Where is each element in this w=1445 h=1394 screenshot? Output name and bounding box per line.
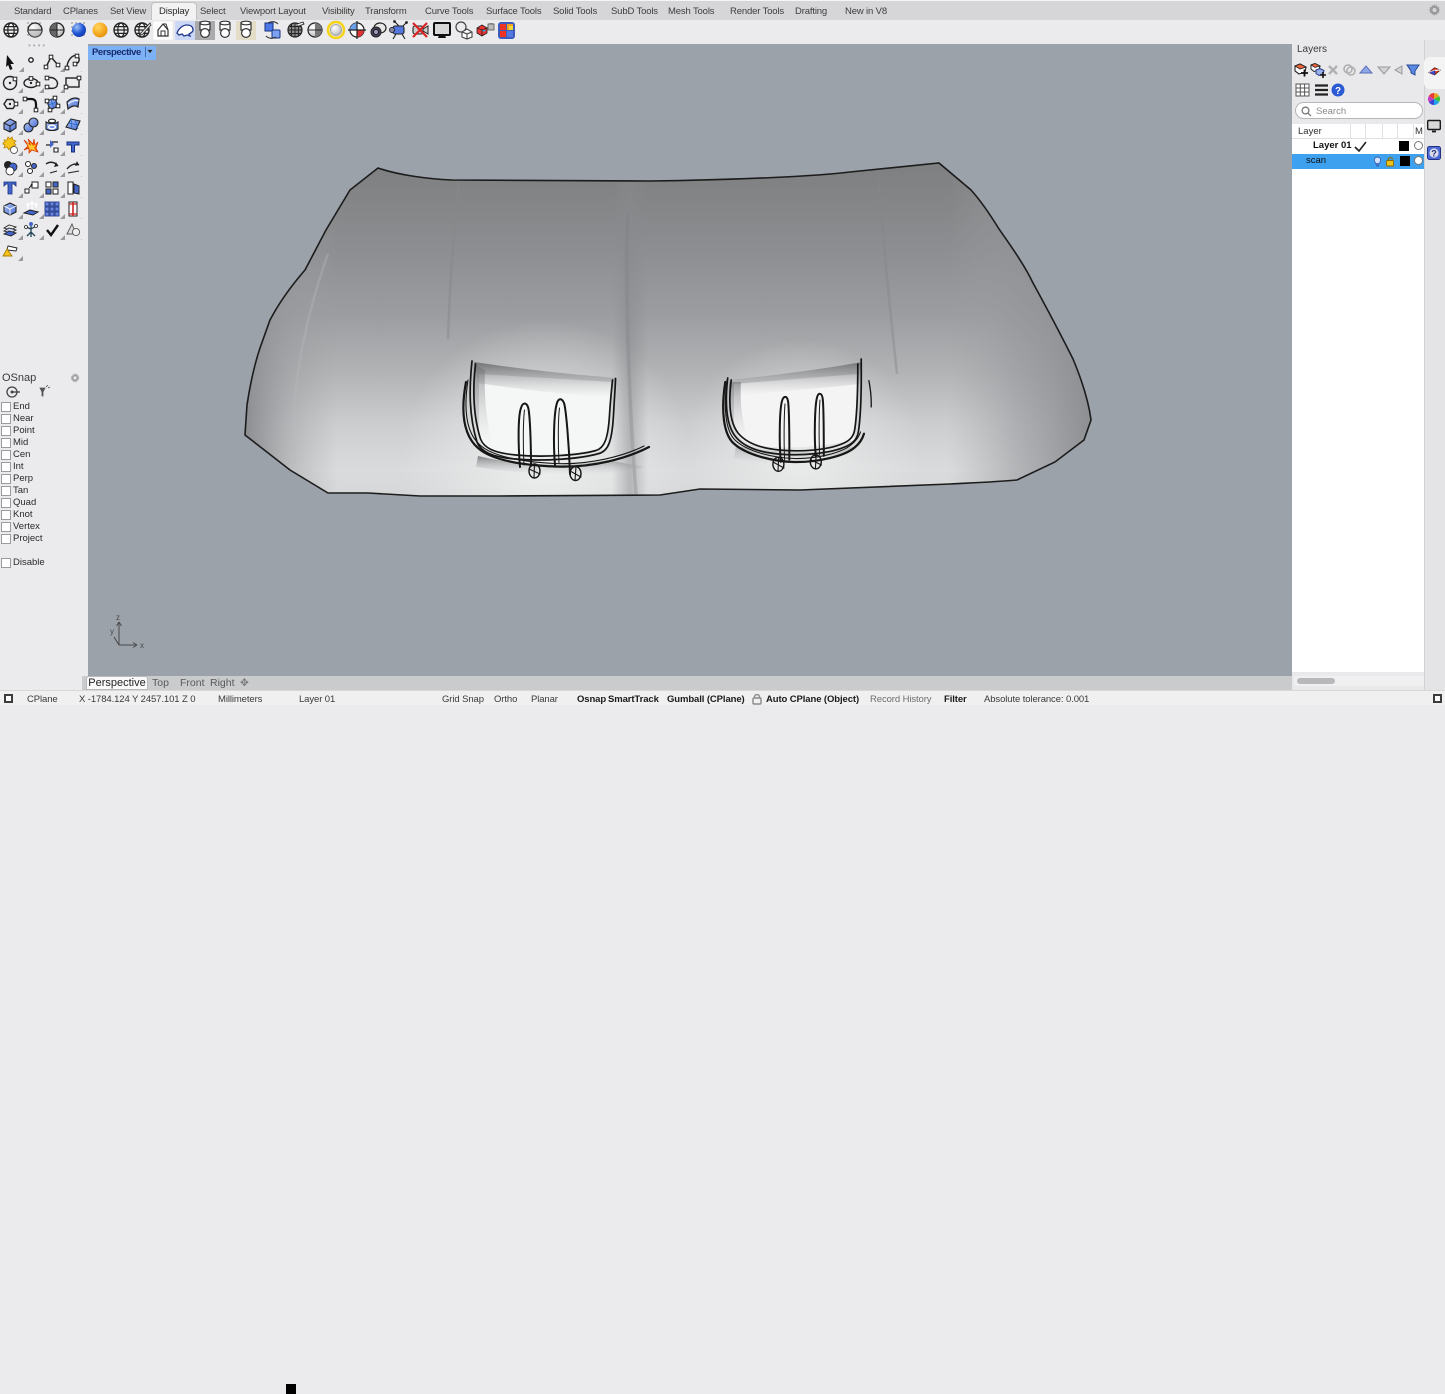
svg-text:?: ? [1335, 86, 1341, 97]
svg-text:z: z [116, 613, 120, 622]
svg-text:y: y [110, 627, 114, 636]
svg-text:?: ? [1431, 148, 1437, 158]
svg-text:x: x [140, 641, 144, 650]
